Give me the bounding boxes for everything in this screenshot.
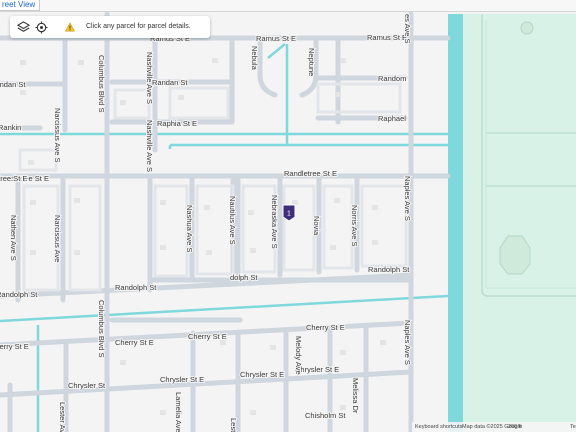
locate-button[interactable] <box>32 18 50 36</box>
park-pond <box>520 21 534 35</box>
street-label-chrysler-1: Chrysler St <box>68 381 106 390</box>
street-label-columbus-1: Columbus Blvd S <box>97 55 106 113</box>
street-label-chrysler-1b: Chrysler St E <box>240 370 284 379</box>
street-label-randolph-3: Randolph St <box>368 265 410 274</box>
street-view-tab[interactable]: reet View <box>0 0 41 11</box>
street-label-nashville-1: Nashville Ave S <box>145 52 154 104</box>
terms-link[interactable]: Te <box>570 422 576 432</box>
street-label-nashua: Nashua Ave S <box>185 205 194 252</box>
street-label-randletree-2: Randletree St E <box>284 169 337 178</box>
building-16 <box>74 198 80 203</box>
building-9 <box>330 245 336 250</box>
street-label-nashville-2: Nashville Ave S <box>145 120 154 172</box>
building-12 <box>178 95 184 100</box>
building-7 <box>206 250 212 255</box>
street-label-nebula: Nebula <box>250 46 259 71</box>
street-label-cherry-3: Cherry St E <box>306 323 345 332</box>
street-label-randolph-2: Randolph St <box>115 283 157 292</box>
building-21 <box>120 360 126 365</box>
street-label-rankin: Rankin <box>0 123 21 132</box>
street-label-columbus-2: Columbus Blvd S <box>97 300 106 358</box>
layers-icon <box>16 20 30 32</box>
building-10 <box>372 240 378 245</box>
street-label-neptune: Neptune <box>307 48 316 76</box>
street-label-cherry-1b: Cherry St E <box>188 332 227 341</box>
street-label-narcissus-2: Narcissus Ave <box>53 215 62 262</box>
target-icon <box>34 20 48 34</box>
building-11 <box>120 100 126 105</box>
building-29 <box>78 60 84 65</box>
building-28 <box>20 60 26 65</box>
street-label-cherry-2: Cherry St E <box>115 338 154 347</box>
building-13 <box>335 92 341 97</box>
park-area <box>463 14 576 432</box>
building-0 <box>160 200 166 205</box>
map-toolbar: Click any parcel for parcel details. <box>10 16 210 38</box>
street-label-randolph-1: Randolph St <box>0 290 38 299</box>
street-label-randlet-cut: ndletree St E <box>0 174 27 183</box>
building-6 <box>160 245 166 250</box>
street-label-dolph: dolph St <box>230 273 258 282</box>
warning-icon <box>65 22 75 32</box>
street-label-chrysler-2: Chrysler St E <box>160 375 204 384</box>
street-label-norris: Norris Ave S <box>350 205 359 247</box>
street-label-lamelia: Lamelia Ave <box>174 392 183 432</box>
map-viewport[interactable]: Ramus St ERamus St ERamus St ERandan StR… <box>0 0 576 432</box>
street-label-randan-2: Randan St <box>152 78 188 87</box>
building-8 <box>250 248 256 253</box>
building-17 <box>30 250 36 255</box>
street-label-randan-1: Randan St <box>0 80 26 89</box>
building-15 <box>30 200 36 205</box>
street-label-random: Random <box>378 74 406 83</box>
building-25 <box>250 410 256 415</box>
street-label-melody: Melody Ave <box>294 336 303 375</box>
keyboard-shortcuts-link[interactable]: Keyboard shortcuts <box>415 422 462 432</box>
street-label-raphael: Raphael <box>378 114 406 123</box>
building-1 <box>204 205 210 210</box>
street-label-nathen: Nathen Ave S <box>9 215 18 261</box>
building-23 <box>380 340 386 345</box>
street-label-melissa: Melissa Dr <box>351 378 360 414</box>
map-canvas[interactable]: Ramus St ERamus St ERamus St ERandan StR… <box>0 0 576 432</box>
layers-button[interactable] <box>14 18 32 36</box>
street-label-raphia: Raphia St E <box>157 119 197 128</box>
street-label-naples-2: Naples Ave S <box>403 320 412 365</box>
street-label-narcissus-1: Narcissus Ave S <box>53 108 62 162</box>
street-label-naples-top: es Ave S <box>403 14 412 43</box>
building-4 <box>334 198 340 203</box>
street-label-novia: Novia <box>312 216 321 236</box>
building-5 <box>372 205 378 210</box>
map-footer: Keyboard shortcuts Map data ©2025 Google… <box>412 422 576 432</box>
parcel-hint: Click any parcel for parcel details. <box>86 23 191 30</box>
park-feature <box>499 235 531 275</box>
street-label-lester: Lester Ave <box>58 402 67 432</box>
street-label-nautilus: Nautilus Ave S <box>228 196 237 245</box>
building-18 <box>74 250 80 255</box>
building-30 <box>212 58 218 63</box>
street-label-nebraska: Nebraska Ave S <box>270 195 279 249</box>
main-canal <box>448 14 463 432</box>
building-2 <box>248 210 254 215</box>
street-label-cherry-1: Cherry St E <box>0 342 29 351</box>
building-22 <box>340 350 346 355</box>
top-bar: reet View <box>0 0 576 12</box>
building-14 <box>28 160 34 165</box>
scale-label[interactable]: 200 ft <box>508 422 522 432</box>
building-31 <box>340 58 346 63</box>
building-20 <box>270 345 276 350</box>
building-27 <box>20 90 26 95</box>
street-label-ramus-2: Ramus St E <box>256 34 296 43</box>
building-26 <box>340 405 346 410</box>
street-label-chisholm: Chisholm St <box>305 411 346 420</box>
street-label-lester-b: Lester Ave <box>229 418 238 432</box>
parcel-marker[interactable]: 1 <box>282 204 296 222</box>
street-label-ramus-3: Ramus St E <box>367 33 407 42</box>
marker-label[interactable]: 1 <box>287 211 291 218</box>
building-3 <box>292 200 298 205</box>
building-24 <box>160 410 166 415</box>
street-label-naples-1: Naples Ave S <box>403 176 412 221</box>
